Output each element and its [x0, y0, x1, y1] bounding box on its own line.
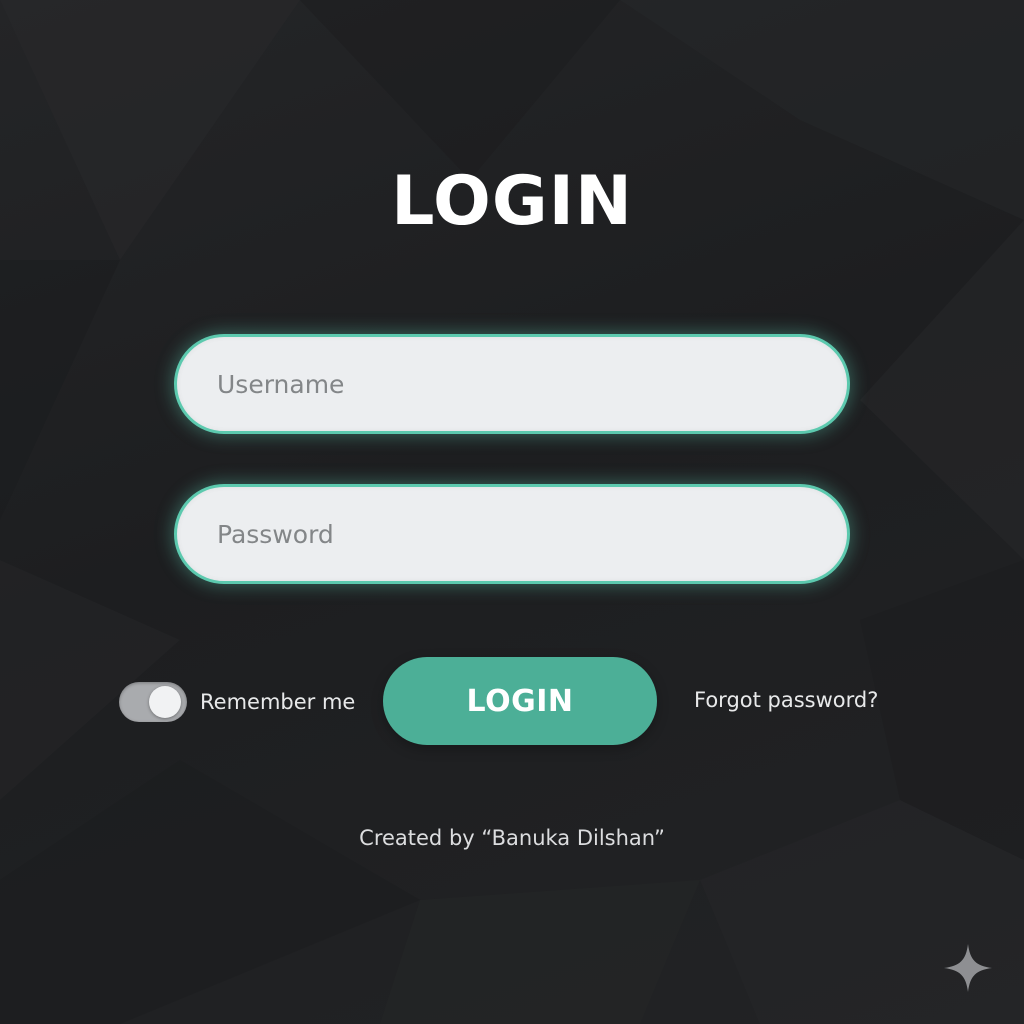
toggle-knob [149, 686, 181, 718]
remember-me-toggle[interactable] [119, 682, 187, 722]
credit-text: Created by “Banuka Dilshan” [359, 826, 665, 850]
forgot-password-link[interactable]: Forgot password? [694, 686, 878, 714]
password-field-wrapper [174, 484, 850, 584]
page-title: LOGIN [391, 162, 633, 241]
password-input[interactable] [177, 487, 847, 581]
sparkle-icon [944, 944, 992, 992]
username-input[interactable] [177, 337, 847, 431]
login-page: LOGIN Remember me LOGIN Forgot password?… [0, 0, 1024, 1024]
remember-me-label: Remember me [200, 690, 356, 714]
username-field-wrapper [174, 334, 850, 434]
login-button[interactable]: LOGIN [383, 657, 657, 745]
